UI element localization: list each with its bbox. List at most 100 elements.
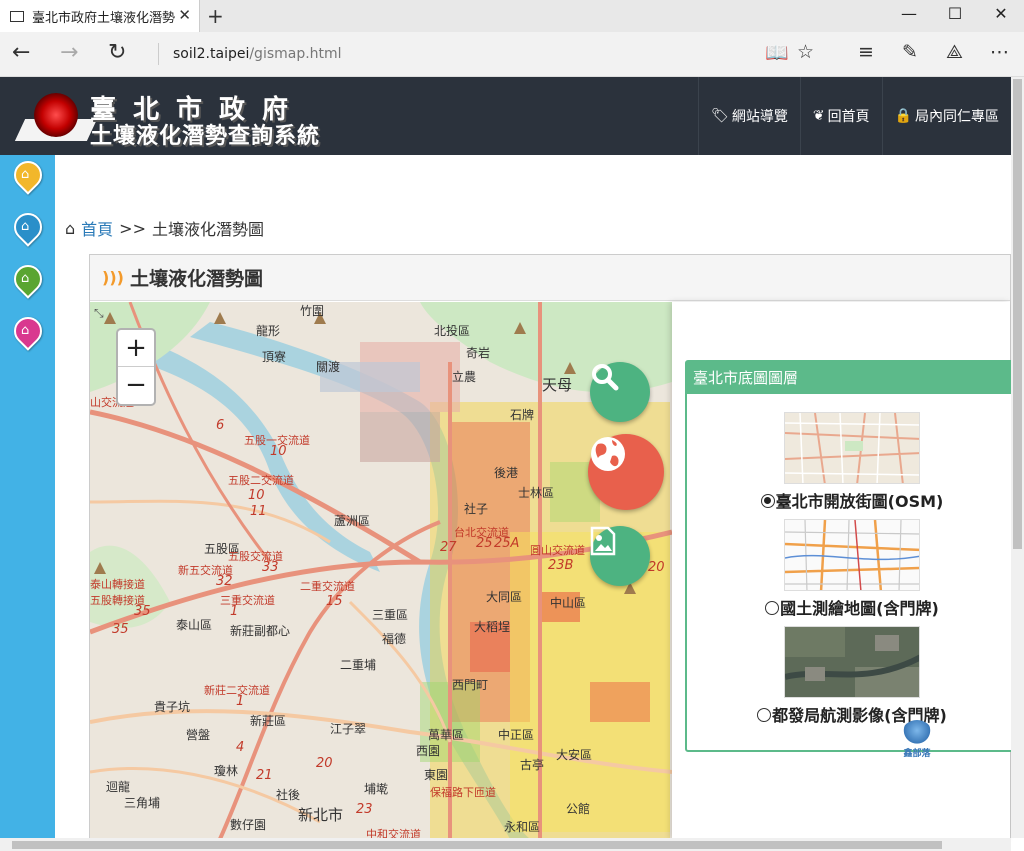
map-label: 奇岩 [466, 346, 491, 360]
nav-staff[interactable]: 🔒 局內同仁專區 [881, 77, 1011, 155]
nav-sitemap[interactable]: 🏷 網站導覽 [698, 77, 800, 155]
horizontal-scrollbar[interactable] [0, 838, 1011, 851]
map-label: 龍形 [256, 324, 281, 338]
home-pin-blue-icon[interactable]: ⌂ [8, 207, 48, 253]
nav-home-label: 回首頁 [827, 109, 870, 125]
layer-option-nlsc[interactable]: 國土測繪地圖(含門牌) [687, 519, 1017, 619]
route-number: 33 [262, 560, 279, 575]
minimize-icon[interactable]: — [886, 4, 932, 23]
map-label: 三角埔 [124, 796, 161, 810]
map-label: 士林區 [518, 486, 555, 500]
layer-option-osm[interactable]: 臺北市開放街圖(OSM) [687, 412, 1017, 512]
horizontal-scroll-thumb[interactable] [12, 841, 942, 849]
home-pin-yellow-icon[interactable]: ⌂ [8, 155, 48, 201]
web-note-icon[interactable]: ✎ [902, 41, 918, 63]
site-logo[interactable]: 臺北市政府 土壤液化潛勢查詢系統 [14, 89, 320, 149]
route-number: 10 [270, 444, 287, 459]
share-icon[interactable]: ⟁ [946, 41, 963, 63]
map-label: 關渡 [316, 360, 341, 374]
leaf-icon: ❦ [812, 108, 825, 124]
site-header: 臺北市政府 土壤液化潛勢查詢系統 🏷 網站導覽 ❦ 回首頁 🔒 局內同仁專區 [0, 77, 1011, 155]
map-label: 西園 [416, 744, 441, 758]
basemap-button[interactable] [588, 434, 664, 510]
hub-icon[interactable]: ≡ [858, 41, 874, 63]
tab-title: 臺北市政府土壤液化潛勢 [32, 10, 176, 26]
search-button[interactable] [590, 362, 650, 422]
map-label: 永和區 [504, 820, 541, 834]
breadcrumb-current: 土壤液化潛勢圖 [151, 220, 264, 239]
route-number: 23B [548, 558, 574, 573]
more-icon[interactable]: ⋯ [990, 41, 1009, 63]
map-label: 竹圍 [300, 304, 325, 318]
zoom-out-button[interactable]: − [118, 367, 154, 404]
nav-sitemap-label: 網站導覽 [731, 109, 788, 125]
url-domain: soil2.taipei [173, 46, 250, 62]
route-number: 35 [134, 604, 151, 619]
watermark: 鑫部落 [902, 720, 932, 759]
zoom-in-button[interactable]: + [118, 330, 154, 367]
route-number: 4 [236, 740, 245, 755]
map-label: 西門町 [452, 678, 489, 692]
fullscreen-icon[interactable]: ⤡ [94, 306, 104, 321]
map-label: 中正區 [498, 728, 535, 742]
route-number: 23 [356, 802, 373, 817]
road-label: 圓山交流道 [530, 544, 585, 557]
browser-tab[interactable]: 臺北市政府土壤液化潛勢 ✕ [0, 0, 200, 32]
road-label: 五股二交流道 [228, 474, 294, 487]
map-label: 後港 [494, 466, 519, 480]
maximize-icon[interactable]: ☐ [932, 4, 978, 23]
road-label: 二重交流道 [300, 580, 355, 593]
layer-nlsc-label: 國土測繪地圖(含門牌) [780, 599, 939, 618]
map-label: 蘆洲區 [334, 514, 371, 528]
tab-close-icon[interactable]: ✕ [178, 6, 191, 24]
map-label: 天母 [542, 376, 573, 394]
vertical-scroll-thumb[interactable] [1013, 79, 1022, 549]
image-layer-button[interactable] [590, 526, 650, 586]
map-label: 東園 [424, 768, 449, 782]
breadcrumb: ⌂ 首頁 >> 土壤液化潛勢圖 [65, 216, 264, 240]
route-number: 20 [648, 560, 665, 575]
image-icon [590, 526, 616, 556]
route-number: 6 [216, 418, 225, 433]
map-label: 社子 [464, 502, 489, 516]
nav-home[interactable]: ❦ 回首頁 [799, 77, 882, 155]
back-arrow-icon[interactable]: ← [12, 40, 30, 65]
layer-option-aerial[interactable]: 都發局航測影像(含門牌) [687, 626, 1017, 726]
forward-arrow-icon[interactable]: → [60, 40, 78, 65]
map-label: 北投區 [434, 324, 471, 338]
radio-nlsc[interactable] [765, 601, 780, 615]
map-label: 瓊林 [214, 764, 239, 778]
refresh-icon[interactable]: ↻ [108, 40, 126, 65]
url-path: /gismap.html [249, 46, 342, 62]
layer-side-panel: 臺北市底圖圖層 臺北市開放街圖(OSM) 國土測繪地圖(含門牌) 都發局航測影像… [672, 302, 1015, 839]
map-label: 大安區 [556, 748, 593, 762]
route-number: 25 [476, 536, 493, 551]
route-number: 32 [216, 574, 233, 589]
route-number: 35 [112, 622, 129, 637]
map-label: 數仔園 [230, 818, 267, 832]
reading-view-icon[interactable]: 📖 [765, 41, 789, 64]
map-label: 迴龍 [106, 780, 131, 794]
route-number: 1 [230, 604, 239, 619]
vertical-scrollbar[interactable] [1011, 77, 1024, 838]
window-close-icon[interactable]: ✕ [978, 4, 1024, 23]
map-label: 中山區 [550, 596, 587, 610]
radio-aerial[interactable] [757, 708, 772, 722]
map-label: 新北市 [298, 806, 344, 824]
home-pin-green-icon[interactable]: ⌂ [8, 259, 48, 305]
home-pin-pink-icon[interactable]: ⌂ [8, 311, 48, 357]
route-number: 27 [440, 540, 457, 555]
liquefaction-map[interactable]: 竹圍 龍形 頂寮 關渡 北投區 奇岩 立農 天母 石牌 後港 士林區 社子 蘆洲… [90, 302, 672, 839]
route-number: 1 [236, 694, 245, 709]
watermark-text: 鑫部落 [903, 749, 931, 759]
url-field[interactable]: soil2.taipei/gismap.html [158, 43, 342, 65]
new-tab-icon[interactable]: + [207, 4, 224, 28]
radio-osm[interactable] [760, 494, 775, 508]
home-icon: ⌂ [65, 218, 76, 238]
map-label: 新莊區 [250, 714, 287, 728]
favorite-star-icon[interactable]: ☆ [797, 41, 814, 63]
breadcrumb-home-link[interactable]: 首頁 [81, 216, 113, 240]
nlsc-thumbnail [784, 519, 920, 591]
map-label: 三重區 [372, 608, 409, 622]
map-label: 立農 [452, 370, 477, 384]
